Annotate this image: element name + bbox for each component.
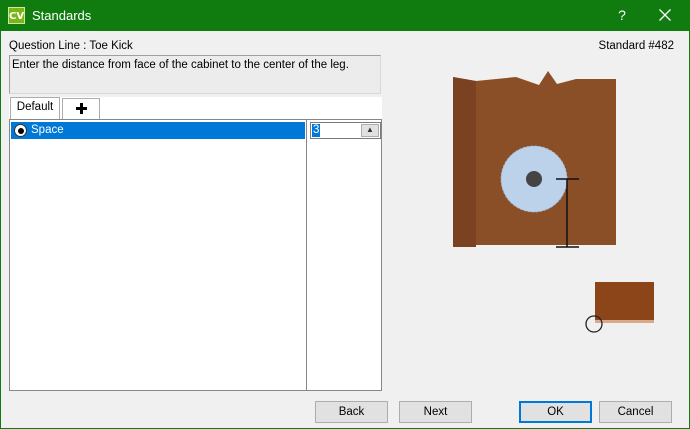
parameter-grid: Space 3 ▲ xyxy=(9,119,382,391)
app-icon: CV xyxy=(8,7,25,24)
radio-selected-icon[interactable] xyxy=(14,124,27,137)
toe-kick-base xyxy=(595,320,654,323)
title-bar: CV Standards ? xyxy=(0,0,690,31)
dialog-body: Question Line : Toe Kick Standard #482 E… xyxy=(1,31,689,428)
table-row-space[interactable]: Space xyxy=(11,122,305,139)
add-tab-button[interactable] xyxy=(62,98,100,119)
dropdown-icon[interactable]: ▲ xyxy=(361,124,379,137)
cancel-button[interactable]: Cancel xyxy=(599,401,672,423)
toe-kick-block xyxy=(595,282,654,322)
cabinet-edge-shade xyxy=(453,77,476,247)
column-divider xyxy=(306,120,307,390)
close-icon xyxy=(659,9,671,21)
standard-number: Standard #482 xyxy=(598,40,674,52)
origin-marker-icon xyxy=(585,315,603,333)
ok-button[interactable]: OK xyxy=(519,401,592,423)
space-value[interactable]: 3 xyxy=(312,124,321,137)
description-box: Enter the distance from face of the cabi… xyxy=(9,55,381,94)
toe-kick-diagram xyxy=(453,71,654,333)
window-title: Standards xyxy=(32,8,92,23)
plus-icon xyxy=(75,103,87,114)
help-button[interactable]: ? xyxy=(608,4,636,26)
tab-default[interactable]: Default xyxy=(10,97,60,119)
row-label: Space xyxy=(31,124,64,136)
leg-center-dot xyxy=(526,171,542,187)
question-line-label: Question Line : Toe Kick xyxy=(9,40,133,52)
next-button[interactable]: Next xyxy=(399,401,472,423)
space-value-input[interactable]: 3 ▲ xyxy=(310,122,381,139)
close-button[interactable] xyxy=(648,2,682,28)
standards-window: CV Standards ? Question Line : Toe Kick … xyxy=(0,0,690,429)
back-button[interactable]: Back xyxy=(315,401,388,423)
tab-strip: Default xyxy=(9,97,382,119)
